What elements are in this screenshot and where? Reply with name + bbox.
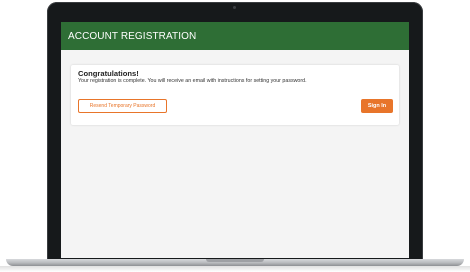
app-header: ACCOUNT REGISTRATION <box>61 22 409 50</box>
product-mockup: ACCOUNT REGISTRATION Congratulations! Yo… <box>0 0 470 272</box>
confirmation-card: Congratulations! Your registration is co… <box>71 65 399 125</box>
laptop-screen: ACCOUNT REGISTRATION Congratulations! Yo… <box>61 22 409 258</box>
laptop-frame: ACCOUNT REGISTRATION Congratulations! Yo… <box>47 2 423 260</box>
confirmation-message: Your registration is complete. You will … <box>78 78 307 84</box>
laptop-shadow <box>0 266 470 272</box>
webcam <box>233 6 236 9</box>
resend-password-button[interactable]: Resend Temporary Password <box>78 99 167 113</box>
sign-in-button[interactable]: Sign In <box>361 99 393 113</box>
laptop-notch <box>206 259 264 262</box>
laptop-base <box>6 259 464 266</box>
confirmation-heading: Congratulations! <box>78 69 139 78</box>
page-title: ACCOUNT REGISTRATION <box>68 30 197 42</box>
